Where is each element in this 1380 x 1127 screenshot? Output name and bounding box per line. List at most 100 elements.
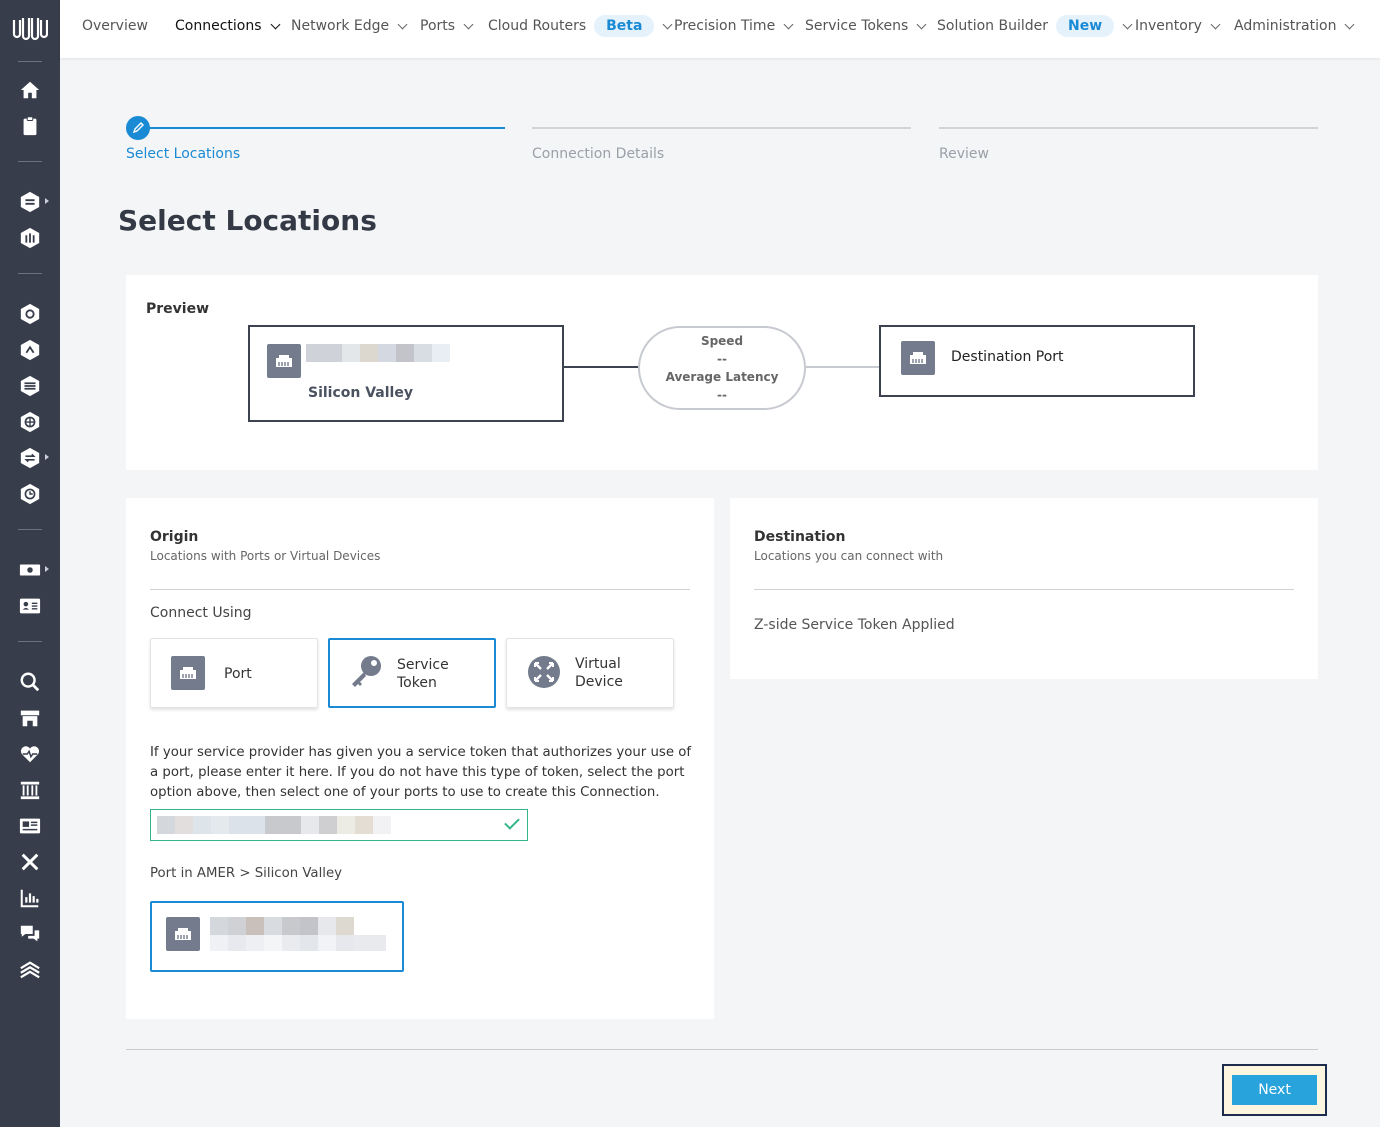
nav-network-edge[interactable]: Network Edge [291, 0, 408, 52]
speed-label: Speed [700, 334, 744, 348]
nav-administration[interactable]: Administration [1234, 0, 1355, 52]
sidebar-divider [18, 641, 42, 642]
key-icon [352, 656, 381, 687]
chevron-down-icon [1210, 19, 1221, 29]
destination-port-label: Destination Port [951, 349, 1064, 365]
tools-icon[interactable] [18, 850, 42, 874]
reports-icon[interactable] [18, 886, 42, 910]
destination-preview-box: Destination Port [879, 325, 1195, 397]
destination-divider [754, 589, 1294, 590]
nav-connections[interactable]: Connections [175, 0, 280, 52]
cloud-routers-icon[interactable] [18, 338, 42, 362]
chevron-down-icon [1345, 19, 1355, 29]
virtual-device-icon [528, 656, 560, 688]
contacts-card-icon[interactable] [18, 594, 42, 618]
redacted-token [157, 816, 402, 834]
option-label: Token [397, 675, 437, 691]
pencil-icon [126, 116, 150, 140]
health-icon[interactable] [18, 742, 42, 766]
redacted-port-name [306, 344, 466, 362]
page-title: Select Locations [118, 204, 377, 237]
origin-preview-box: Silicon Valley [248, 325, 564, 422]
chevron-down-icon [270, 19, 280, 29]
chevron-down-icon [916, 19, 927, 29]
nav-label: Service Tokens [805, 18, 909, 34]
origin-title: Origin [150, 529, 199, 545]
port-icon [166, 917, 200, 951]
dashboard-icon[interactable] [18, 226, 42, 250]
step-review: Review [939, 146, 989, 162]
origin-subtitle: Locations with Ports or Virtual Devices [150, 549, 381, 563]
option-label: Virtual [575, 656, 621, 672]
nav-cloud-routers[interactable]: Cloud Routers Beta [488, 0, 673, 52]
new-badge: New [1056, 15, 1115, 37]
destination-subtitle: Locations you can connect with [754, 549, 944, 563]
globe-icon[interactable] [18, 410, 42, 434]
nav-label: Cloud Routers [488, 18, 587, 34]
beta-badge: Beta [594, 15, 655, 37]
destination-status: Z-side Service Token Applied [754, 617, 955, 633]
nav-solution-builder[interactable]: Solution Builder New [937, 0, 1133, 52]
option-port[interactable]: Port [150, 638, 318, 708]
nav-label: Inventory [1135, 18, 1202, 34]
option-label: Service [397, 657, 449, 673]
latency-value: -- [717, 388, 727, 402]
check-icon [504, 814, 520, 830]
exchange-icon[interactable] [18, 446, 42, 470]
nav-overview[interactable]: Overview [82, 0, 148, 52]
layers-up-icon[interactable] [18, 958, 42, 982]
service-token-help: If your service provider has given you a… [150, 745, 692, 800]
chat-icon[interactable] [18, 922, 42, 946]
marketplace-icon[interactable] [18, 706, 42, 730]
billing-icon[interactable] [18, 558, 42, 582]
nav-precision-time[interactable]: Precision Time [674, 0, 794, 52]
speed-latency-pill: Speed -- Average Latency -- [638, 326, 806, 410]
brand-logo-icon[interactable] [12, 14, 48, 42]
chevron-down-icon [663, 19, 673, 29]
nav-label: Solution Builder [937, 18, 1048, 34]
next-button-focus: Next [1222, 1064, 1327, 1116]
step-line [939, 127, 1318, 129]
footer-divider [126, 1049, 1318, 1050]
next-button[interactable]: Next [1232, 1075, 1317, 1105]
search-icon[interactable] [18, 670, 42, 694]
redacted-port-id [210, 935, 386, 951]
step-select-locations[interactable]: Select Locations [126, 146, 240, 162]
caret-right-icon [45, 454, 49, 460]
sidebar [0, 0, 60, 1127]
nav-ports[interactable]: Ports [420, 0, 474, 52]
redacted-port-name [210, 917, 370, 935]
nav-label: Administration [1234, 18, 1337, 34]
option-virtual-device[interactable]: Virtual Device [506, 638, 674, 708]
service-token-input[interactable] [150, 809, 528, 841]
ports-icon[interactable] [18, 374, 42, 398]
nav-label: Overview [82, 18, 148, 34]
clipboard-icon[interactable] [18, 114, 42, 138]
origin-divider [150, 589, 690, 590]
connector-line [806, 366, 879, 368]
chevron-down-icon [397, 19, 408, 29]
selected-port-card[interactable] [150, 901, 404, 972]
port-icon [171, 656, 205, 690]
news-icon[interactable] [18, 814, 42, 838]
top-nav: Overview Connections Network Edge Ports … [60, 0, 1380, 58]
sidebar-divider [18, 161, 42, 162]
origin-location: Silicon Valley [308, 385, 413, 401]
step-progress-line [138, 127, 505, 129]
port-in-label: Port in AMER > Silicon Valley [150, 866, 343, 881]
connector-line [564, 366, 638, 368]
nav-service-tokens[interactable]: Service Tokens [805, 0, 927, 52]
chevron-down-icon [1122, 19, 1133, 29]
preview-label: Preview [146, 301, 210, 317]
nav-label: Ports [420, 18, 456, 34]
option-label: Port [224, 666, 252, 682]
option-service-token[interactable]: Service Token [328, 638, 496, 708]
sidebar-divider [18, 529, 42, 530]
nav-inventory[interactable]: Inventory [1135, 0, 1221, 52]
precision-time-icon[interactable] [18, 482, 42, 506]
network-edge-icon[interactable] [18, 302, 42, 326]
step-line [532, 127, 911, 129]
home-icon[interactable] [18, 78, 42, 102]
datacenter-icon[interactable] [18, 778, 42, 802]
connections-icon[interactable] [18, 190, 42, 214]
